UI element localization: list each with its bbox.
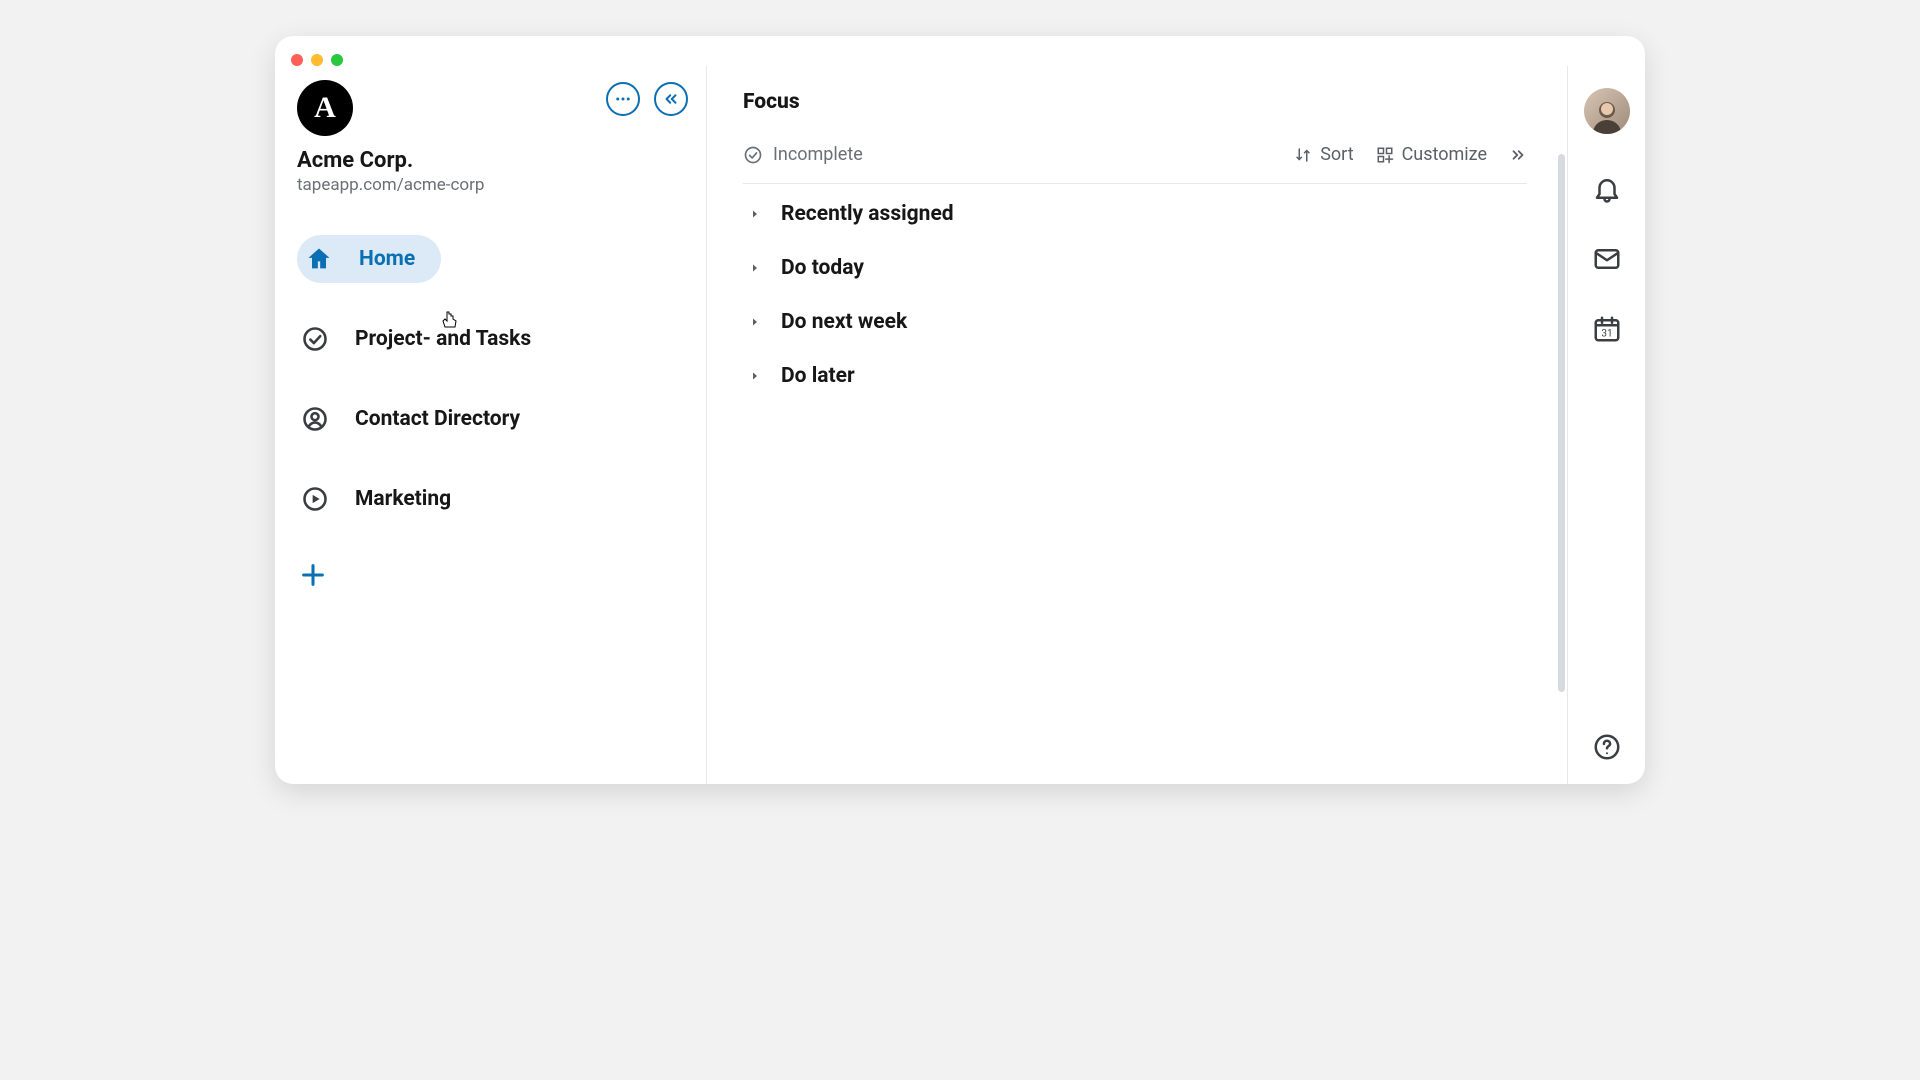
customize-label: Customize: [1402, 144, 1487, 165]
org-logo[interactable]: A: [297, 80, 353, 136]
section-do-next-week[interactable]: Do next week: [749, 310, 1527, 334]
scrollbar[interactable]: [1558, 154, 1565, 692]
toolbar-right: Sort Customize: [1294, 144, 1527, 165]
sidebar-item-label: Contact Directory: [355, 407, 520, 431]
section-title: Do later: [781, 364, 855, 388]
play-circle-icon: [301, 485, 329, 513]
caret-right-icon: [749, 262, 761, 274]
window-minimize-dot[interactable]: [311, 54, 323, 66]
chevrons-left-icon: [662, 90, 680, 108]
sidebar-nav: Home Project- and Tasks Contact Director…: [297, 235, 696, 523]
right-rail: 31: [1567, 66, 1645, 784]
help-button[interactable]: [1592, 732, 1622, 762]
caret-right-icon: [749, 316, 761, 328]
sidebar-item-label: Home: [359, 247, 415, 271]
window-titlebar: [275, 36, 1645, 66]
home-icon: [305, 245, 333, 273]
sidebar-item-home[interactable]: Home: [297, 235, 441, 283]
section-recently-assigned[interactable]: Recently assigned: [749, 202, 1527, 226]
sort-button[interactable]: Sort: [1294, 144, 1353, 165]
person-circle-icon: [301, 405, 329, 433]
window-maximize-dot[interactable]: [331, 54, 343, 66]
sidebar-item-marketing[interactable]: Marketing: [297, 475, 469, 523]
section-do-later[interactable]: Do later: [749, 364, 1527, 388]
sidebar: A Acme Corp. tapeapp.com/acme-corp: [275, 66, 707, 784]
section-title: Do today: [781, 256, 864, 280]
check-circle-icon: [301, 325, 329, 353]
section-list: Recently assigned Do today Do next week …: [743, 202, 1527, 388]
filter-incomplete[interactable]: Incomplete: [743, 144, 863, 165]
sidebar-header: A: [297, 80, 696, 136]
more-button[interactable]: [606, 82, 640, 116]
sort-icon: [1294, 146, 1312, 164]
customize-button[interactable]: Customize: [1376, 144, 1487, 165]
toolbar: Incomplete Sort Customize: [743, 144, 1527, 184]
plus-icon: [299, 561, 327, 589]
avatar-person-icon: [1587, 94, 1627, 134]
sidebar-item-contact-directory[interactable]: Contact Directory: [297, 395, 538, 443]
window-close-dot[interactable]: [291, 54, 303, 66]
avatar[interactable]: [1584, 88, 1630, 134]
sidebar-actions: [606, 80, 696, 116]
org-name: Acme Corp.: [297, 148, 696, 173]
mail-icon: [1592, 244, 1622, 274]
caret-right-icon: [749, 208, 761, 220]
org-logo-letter: A: [314, 91, 336, 125]
sidebar-item-label: Project- and Tasks: [355, 327, 531, 351]
collapse-sidebar-button[interactable]: [654, 82, 688, 116]
help-icon: [1592, 732, 1622, 762]
sidebar-item-projects-tasks[interactable]: Project- and Tasks: [297, 315, 549, 363]
main-panel: Focus Incomplete Sort Customize: [707, 66, 1567, 784]
calendar-icon: 31: [1592, 314, 1622, 344]
more-icon: [614, 90, 632, 108]
chevrons-right-icon: [1509, 146, 1527, 164]
expand-button[interactable]: [1509, 146, 1527, 164]
app-window: A Acme Corp. tapeapp.com/acme-corp: [275, 36, 1645, 784]
sidebar-item-label: Marketing: [355, 487, 451, 511]
check-circle-icon: [743, 145, 763, 165]
svg-text:31: 31: [1601, 329, 1612, 340]
app-body: A Acme Corp. tapeapp.com/acme-corp: [275, 66, 1645, 784]
section-do-today[interactable]: Do today: [749, 256, 1527, 280]
org-url: tapeapp.com/acme-corp: [297, 175, 696, 195]
customize-icon: [1376, 146, 1394, 164]
filter-label: Incomplete: [773, 144, 863, 165]
notifications-button[interactable]: [1592, 174, 1622, 204]
inbox-button[interactable]: [1592, 244, 1622, 274]
caret-right-icon: [749, 370, 761, 382]
page-title: Focus: [743, 90, 1527, 114]
calendar-button[interactable]: 31: [1592, 314, 1622, 344]
section-title: Recently assigned: [781, 202, 954, 226]
section-title: Do next week: [781, 310, 907, 334]
bell-icon: [1592, 174, 1622, 204]
add-nav-item-button[interactable]: [297, 559, 329, 591]
sort-label: Sort: [1320, 144, 1353, 165]
